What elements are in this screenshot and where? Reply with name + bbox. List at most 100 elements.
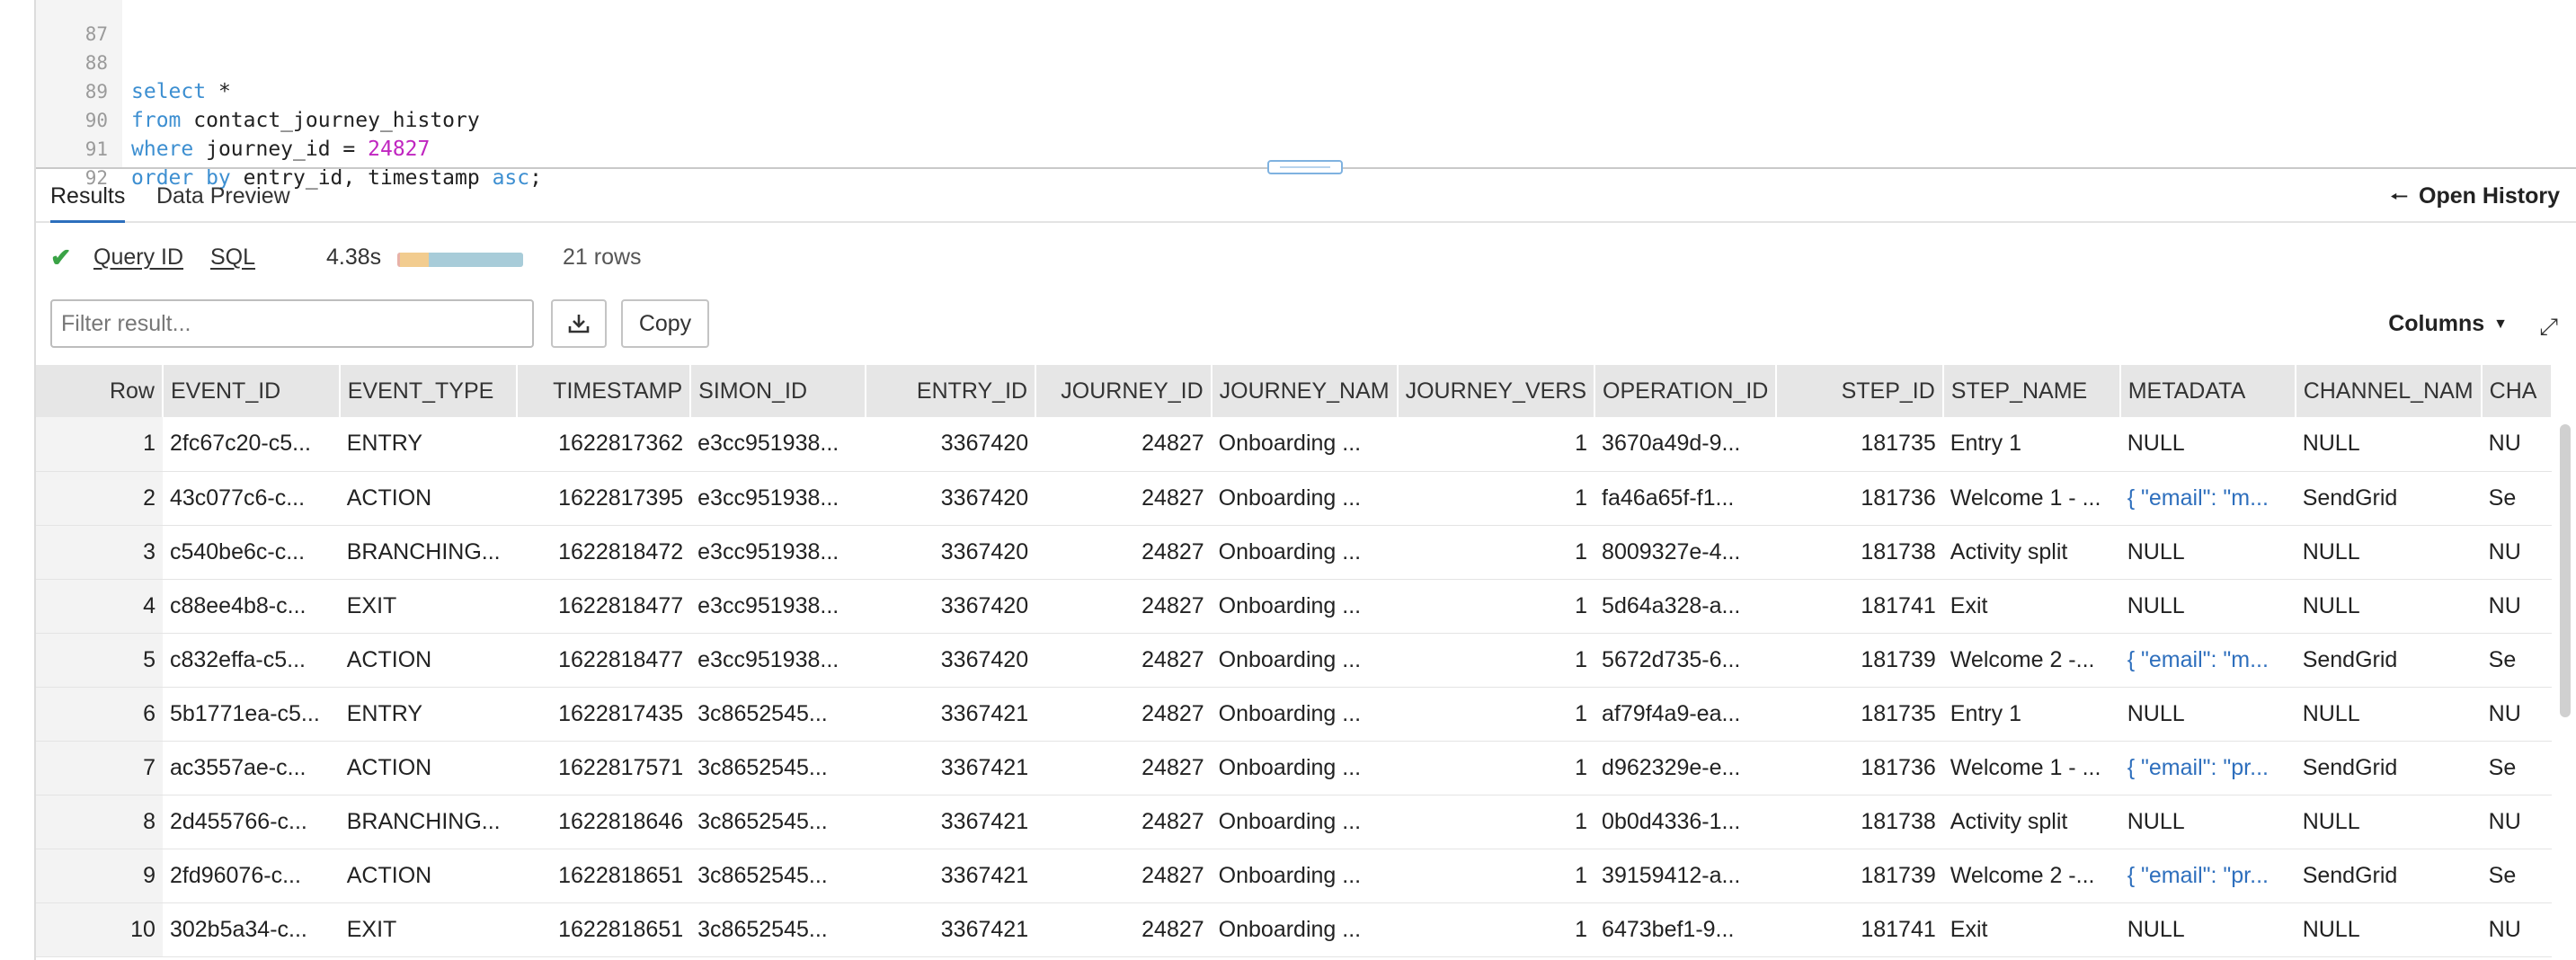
table-cell[interactable]: fa46a65f-f1... <box>1594 471 1777 526</box>
table-row[interactable]: 5 c832effa-c5... ACTION 1622818477 e3cc95193… <box>36 633 2552 688</box>
table-cell[interactable]: Onboarding ... <box>1211 741 1398 796</box>
table-cell[interactable]: 1622818477 <box>517 633 691 688</box>
table-cell[interactable]: 3367420 <box>866 471 1036 526</box>
columns-dropdown[interactable]: Columns ▼ <box>2388 311 2508 337</box>
table-cell[interactable]: Welcome 2 -... <box>1942 633 2120 688</box>
table-cell[interactable]: e3cc951938... <box>690 471 866 526</box>
sql-link[interactable]: SQL <box>210 244 255 271</box>
table-cell[interactable]: 1 <box>1397 902 1595 957</box>
table-cell[interactable]: 302b5a34-c... <box>162 902 340 957</box>
table-cell[interactable]: { "email": "m... <box>2119 633 2296 688</box>
table-cell[interactable]: Se <box>2481 471 2552 526</box>
table-cell[interactable]: NU <box>2481 579 2552 634</box>
table-cell[interactable]: NULL <box>2295 687 2482 742</box>
table-cell[interactable]: c832effa-c5... <box>162 633 340 688</box>
table-cell[interactable]: NU <box>2481 687 2552 742</box>
table-cell[interactable]: 5672d735-6... <box>1594 633 1777 688</box>
query-id-link[interactable]: Query ID <box>93 244 183 271</box>
download-button[interactable] <box>551 299 607 348</box>
table-cell[interactable]: e3cc951938... <box>690 525 866 580</box>
table-cell[interactable]: Onboarding ... <box>1211 795 1398 849</box>
table-cell[interactable]: e3cc951938... <box>690 579 866 634</box>
table-cell[interactable]: 24827 <box>1035 795 1212 849</box>
table-cell[interactable]: Se <box>2481 741 2552 796</box>
table-cell[interactable]: 1622817395 <box>517 471 691 526</box>
row-number-cell[interactable]: 4 <box>36 579 163 634</box>
table-cell[interactable]: ACTION <box>339 633 518 688</box>
table-cell[interactable]: c88ee4b8-c... <box>162 579 340 634</box>
table-cell[interactable]: NULL <box>2295 902 2482 957</box>
table-cell[interactable]: 3367421 <box>866 849 1036 903</box>
table-cell[interactable]: 3367421 <box>866 687 1036 742</box>
column-header[interactable]: JOURNEY_NAM <box>1211 365 1399 417</box>
table-cell[interactable]: 1622818472 <box>517 525 691 580</box>
table-cell[interactable]: 181738 <box>1776 795 1943 849</box>
table-cell[interactable]: d962329e-e... <box>1594 741 1777 796</box>
table-cell[interactable]: { "email": "m... <box>2119 471 2296 526</box>
table-cell[interactable]: Se <box>2481 849 2552 903</box>
table-cell[interactable]: SendGrid <box>2295 849 2482 903</box>
table-cell[interactable]: 24827 <box>1035 525 1212 580</box>
table-row[interactable]: 3 c540be6c-c... BRANCHING... 1622818472 e3cc… <box>36 525 2552 580</box>
table-cell[interactable]: 181741 <box>1776 902 1943 957</box>
tab-data-preview[interactable]: Data Preview <box>156 183 290 220</box>
table-cell[interactable]: Onboarding ... <box>1211 849 1398 903</box>
column-header[interactable]: ENTRY_ID <box>866 365 1037 417</box>
row-number-cell[interactable]: 5 <box>36 633 163 688</box>
table-cell[interactable]: 5b1771ea-c5... <box>162 687 340 742</box>
table-cell[interactable]: 24827 <box>1035 579 1212 634</box>
table-cell[interactable]: 8009327e-4... <box>1594 525 1777 580</box>
table-cell[interactable]: NULL <box>2119 902 2296 957</box>
table-cell[interactable]: NULL <box>2119 687 2296 742</box>
table-cell[interactable]: 3c8652545... <box>690 902 866 957</box>
table-cell[interactable]: 3c8652545... <box>690 795 866 849</box>
table-cell[interactable]: Activity split <box>1942 525 2120 580</box>
table-cell[interactable]: { "email": "pr... <box>2119 741 2296 796</box>
table-row[interactable]: 8 2d455766-c... BRANCHING... 1622818646 3c86… <box>36 795 2552 849</box>
table-cell[interactable]: 181738 <box>1776 525 1943 580</box>
table-cell[interactable]: 3c8652545... <box>690 687 866 742</box>
column-header[interactable]: CHA <box>2481 365 2553 417</box>
table-cell[interactable]: NULL <box>2119 417 2296 472</box>
table-cell[interactable]: BRANCHING... <box>339 795 518 849</box>
table-cell[interactable]: 1 <box>1397 471 1595 526</box>
table-cell[interactable]: 3c8652545... <box>690 741 866 796</box>
table-cell[interactable]: 3367420 <box>866 633 1036 688</box>
table-cell[interactable]: 1622817571 <box>517 741 691 796</box>
table-cell[interactable]: 1 <box>1397 849 1595 903</box>
table-cell[interactable]: 2fd96076-c... <box>162 849 340 903</box>
table-cell[interactable]: Welcome 1 - ... <box>1942 741 2120 796</box>
row-number-cell[interactable]: 9 <box>36 849 163 903</box>
table-cell[interactable]: SendGrid <box>2295 741 2482 796</box>
table-cell[interactable]: 181736 <box>1776 741 1943 796</box>
table-cell[interactable]: 3367420 <box>866 579 1036 634</box>
table-cell[interactable]: 24827 <box>1035 417 1212 472</box>
table-cell[interactable]: 24827 <box>1035 687 1212 742</box>
column-header[interactable]: EVENT_ID <box>162 365 341 417</box>
table-cell[interactable]: 1 <box>1397 741 1595 796</box>
table-cell[interactable]: e3cc951938... <box>690 417 866 472</box>
column-header[interactable]: JOURNEY_ID <box>1035 365 1212 417</box>
table-cell[interactable]: Onboarding ... <box>1211 471 1398 526</box>
table-row[interactable]: 1 2fc67c20-c5... ENTRY 1622817362 e3cc951938… <box>36 417 2552 472</box>
tab-results[interactable]: Results <box>50 183 126 223</box>
table-row[interactable]: 7 ac3557ae-c... ACTION 1622817571 3c8652545.… <box>36 741 2552 796</box>
table-cell[interactable]: 43c077c6-c... <box>162 471 340 526</box>
table-cell[interactable]: 1 <box>1397 417 1595 472</box>
table-cell[interactable]: ENTRY <box>339 687 518 742</box>
table-cell[interactable]: af79f4a9-ea... <box>1594 687 1777 742</box>
table-cell[interactable]: 3367421 <box>866 795 1036 849</box>
table-cell[interactable]: 2d455766-c... <box>162 795 340 849</box>
table-cell[interactable]: ACTION <box>339 849 518 903</box>
row-number-cell[interactable]: 3 <box>36 525 163 580</box>
table-cell[interactable]: NULL <box>2295 795 2482 849</box>
table-cell[interactable]: NULL <box>2295 525 2482 580</box>
table-cell[interactable]: 1622818646 <box>517 795 691 849</box>
table-cell[interactable]: Onboarding ... <box>1211 417 1398 472</box>
table-cell[interactable]: Welcome 1 - ... <box>1942 471 2120 526</box>
table-cell[interactable]: 1622818651 <box>517 902 691 957</box>
table-cell[interactable]: 181735 <box>1776 417 1943 472</box>
table-cell[interactable]: 3c8652545... <box>690 849 866 903</box>
table-cell[interactable]: Activity split <box>1942 795 2120 849</box>
table-cell[interactable]: 3367420 <box>866 417 1036 472</box>
